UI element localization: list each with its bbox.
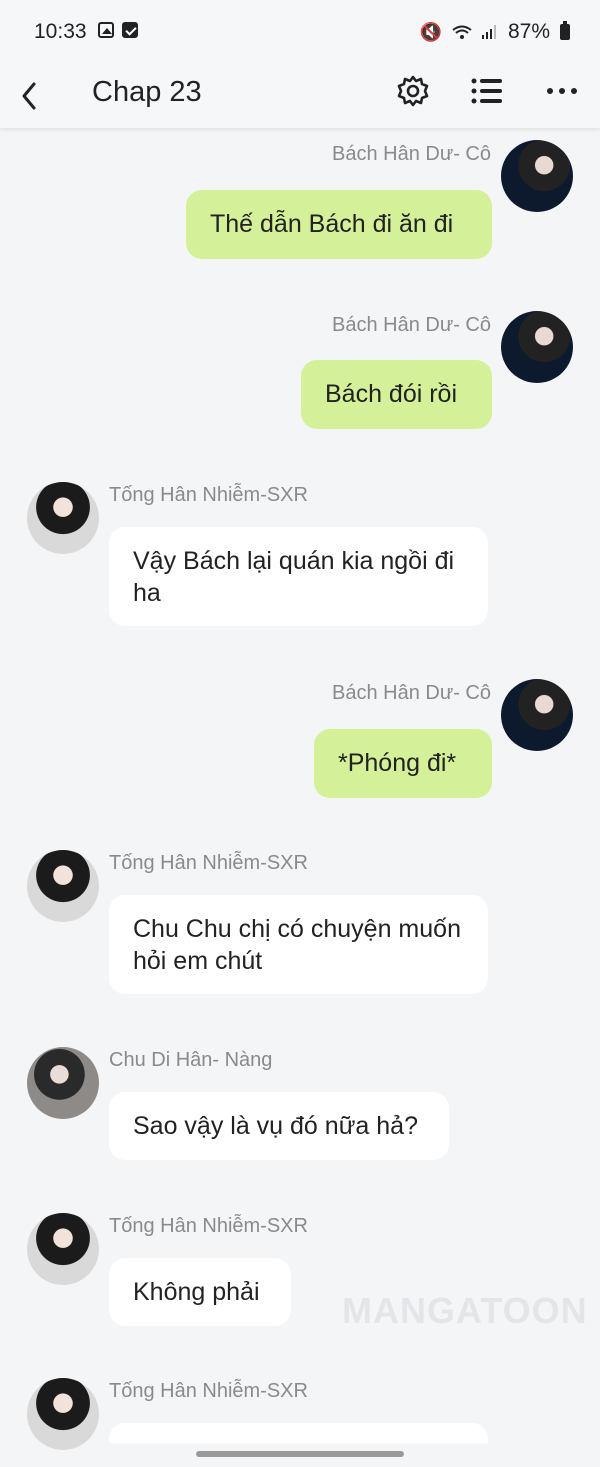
avatar[interactable] xyxy=(27,850,99,922)
status-time: 10:33 xyxy=(34,20,87,43)
chapter-list-button[interactable] xyxy=(470,76,504,106)
sender-name: Bách Hân Dư- Cô xyxy=(331,314,491,336)
sender-name: Chu Di Hân- Nàng xyxy=(109,1049,273,1071)
message-bubble[interactable] xyxy=(109,1423,488,1443)
avatar[interactable] xyxy=(27,482,99,554)
avatar[interactable] xyxy=(27,1213,99,1285)
message-bubble[interactable]: Vậy Bách lại quán kia ngồi đi ha xyxy=(109,527,488,626)
checkbox-icon xyxy=(122,22,138,38)
settings-button[interactable] xyxy=(396,74,430,108)
home-indicator[interactable] xyxy=(196,1451,404,1457)
list-icon xyxy=(471,78,502,104)
page-title: Chap 23 xyxy=(92,76,202,108)
message-bubble[interactable]: Sao vậy là vụ đó nữa hả? xyxy=(109,1092,449,1160)
sender-name: Tống Hân Nhiễm-SXR xyxy=(109,852,308,874)
battery-icon xyxy=(560,21,570,40)
back-button[interactable] xyxy=(16,78,48,114)
sender-name: Tống Hân Nhiễm-SXR xyxy=(109,1380,308,1402)
avatar[interactable] xyxy=(501,679,573,751)
watermark: MANGATOON xyxy=(342,1290,588,1331)
message-bubble[interactable]: Chu Chu chị có chuyện muốn hỏi em chút xyxy=(109,895,488,994)
gear-icon xyxy=(397,75,429,107)
wifi-icon xyxy=(452,25,472,39)
battery-percent: 87% xyxy=(507,20,550,43)
avatar[interactable] xyxy=(501,311,573,383)
sender-name: Tống Hân Nhiễm-SXR xyxy=(109,484,308,506)
message-bubble[interactable]: Thế dẫn Bách đi ăn đi xyxy=(186,190,492,259)
avatar[interactable] xyxy=(501,140,573,212)
avatar[interactable] xyxy=(27,1047,99,1119)
gallery-icon xyxy=(98,22,114,38)
top-app-bar: Chap 23 xyxy=(0,64,600,128)
status-notifications xyxy=(98,22,138,38)
sender-name: Bách Hân Dư- Cô xyxy=(331,682,491,704)
message-bubble[interactable]: Bách đói rồi xyxy=(301,360,492,429)
avatar[interactable] xyxy=(27,1378,99,1450)
message-bubble[interactable]: Không phải xyxy=(109,1258,291,1326)
sender-name: Bách Hân Dư- Cô xyxy=(331,143,491,165)
signal-icon xyxy=(481,25,498,39)
sender-name: Tống Hân Nhiễm-SXR xyxy=(109,1215,308,1237)
mute-icon: 🔇 xyxy=(419,21,442,42)
status-system: 🔇 87% xyxy=(420,20,570,44)
more-horizontal-icon xyxy=(547,88,577,94)
message-bubble[interactable]: *Phóng đi* xyxy=(314,729,492,798)
more-button[interactable] xyxy=(544,76,580,106)
status-bar: 10:33 🔇 87% xyxy=(0,0,600,64)
